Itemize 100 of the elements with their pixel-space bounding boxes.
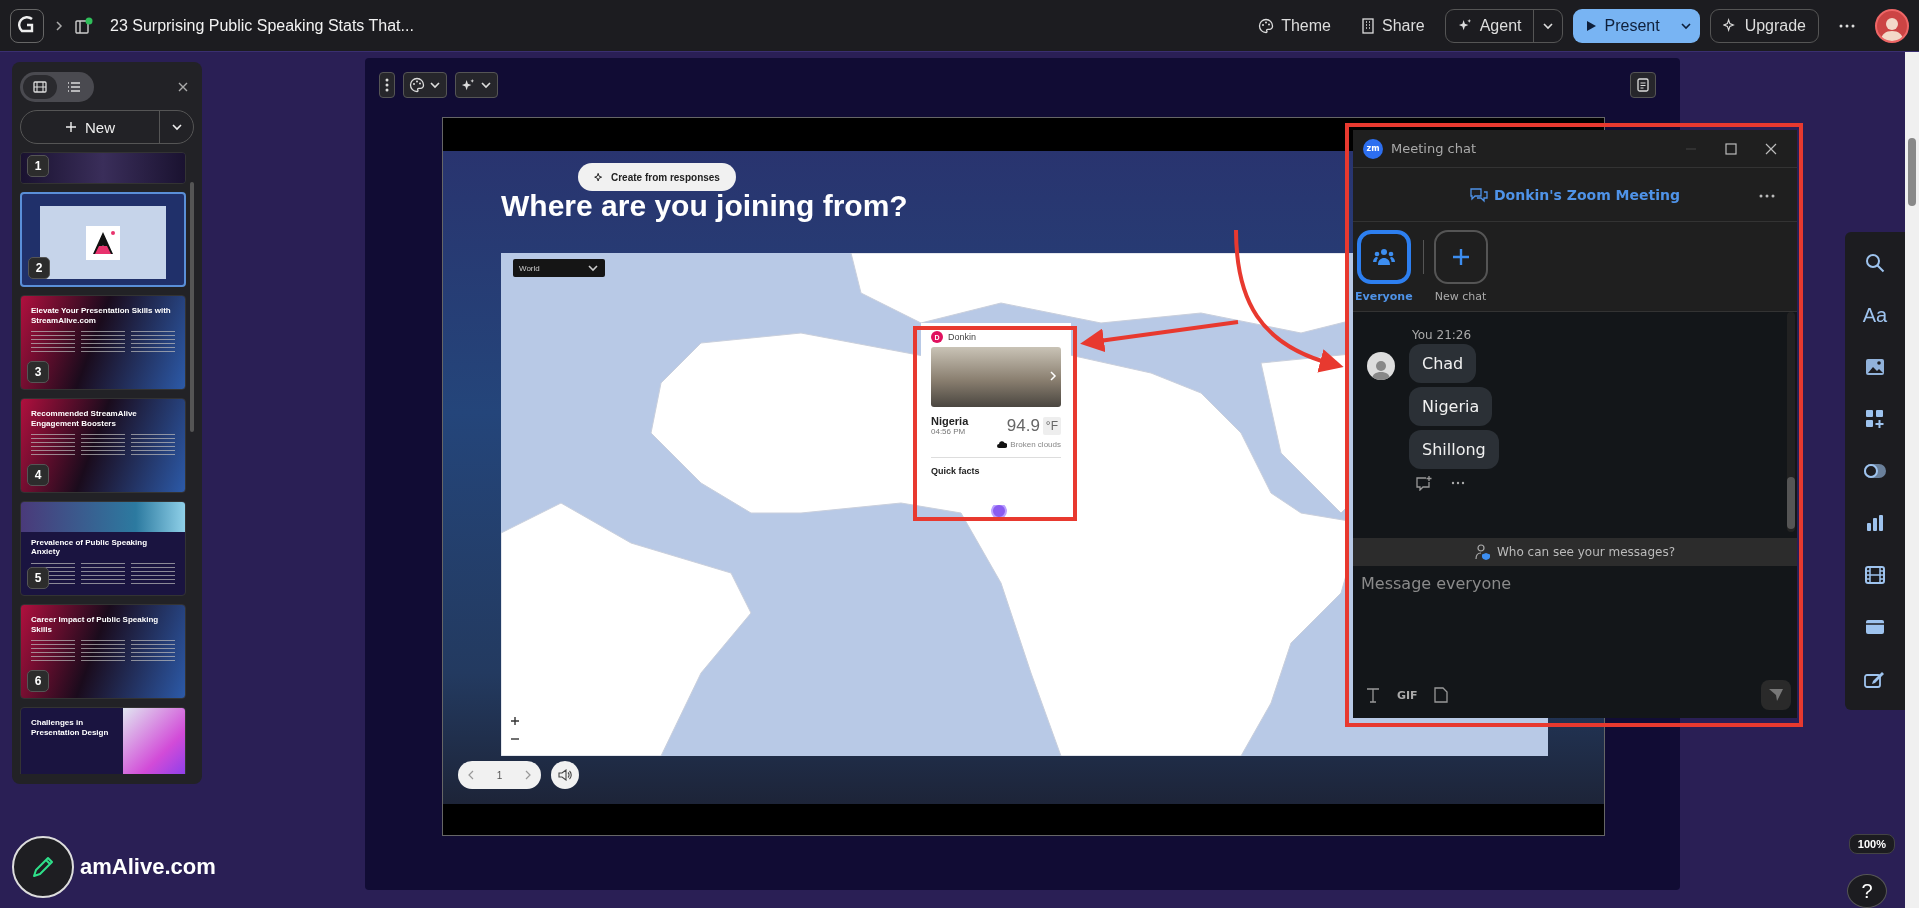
minus-icon	[511, 735, 519, 743]
slide-title: Recommended StreamAlive Engagement Boosters	[31, 409, 138, 429]
kebab-icon	[385, 78, 389, 92]
brand-text: amAlive.com	[80, 854, 216, 880]
chat-bubbles-icon	[1470, 186, 1488, 203]
chevron-right-icon[interactable]	[1049, 371, 1057, 381]
more-icon	[1839, 23, 1855, 28]
more-button[interactable]	[1451, 481, 1465, 485]
file-button[interactable]	[1433, 687, 1448, 703]
sound-button[interactable]	[551, 761, 579, 789]
list-icon	[67, 81, 81, 93]
caret-icon	[587, 262, 599, 274]
slide-title: Where are you joining from?	[501, 189, 908, 223]
people-icon	[1372, 248, 1395, 266]
building-icon	[1360, 17, 1375, 34]
image-icon	[1865, 358, 1885, 376]
comment-plus-icon	[1415, 475, 1433, 491]
speaker-icon	[558, 769, 572, 781]
theme-button[interactable]: Theme	[1248, 10, 1341, 41]
document-icon[interactable]	[74, 16, 94, 35]
slide-number: 3	[27, 361, 49, 383]
maximize-icon	[1725, 142, 1737, 155]
chevron-right-icon	[54, 19, 64, 32]
file-icon	[1433, 687, 1448, 703]
slide-number: 2	[28, 257, 50, 279]
pen-icon	[30, 854, 56, 880]
scrollbar-thumb[interactable]	[1908, 138, 1916, 206]
quick-facts-heading: Quick facts	[931, 457, 1061, 476]
options-button[interactable]	[379, 72, 395, 98]
upgrade-button[interactable]: Upgrade	[1710, 9, 1818, 42]
slide-number: 1	[27, 155, 49, 177]
more-icon	[1451, 481, 1465, 485]
slide-thumbnail[interactable]: 1	[20, 152, 186, 184]
slide-thumbnail[interactable]: Recommended StreamAlive Engagement Boosters 4	[20, 398, 186, 493]
share-button[interactable]: Share	[1350, 10, 1435, 41]
send-button[interactable]	[1761, 680, 1791, 710]
slide-number: 6	[27, 670, 49, 692]
text-style-button[interactable]: Aa	[1855, 296, 1895, 334]
play-icon	[1585, 19, 1598, 32]
slide-thumbnail[interactable]: Career Impact of Public Speaking Skills 6	[20, 604, 186, 699]
place-name: Nigeria	[931, 415, 969, 427]
app-logo[interactable]	[10, 8, 44, 43]
sparkle-icon	[461, 77, 476, 93]
help-button[interactable]: ?	[1847, 874, 1887, 908]
create-from-responses-button[interactable]: Create from responses	[578, 163, 736, 191]
toggle-icon	[1863, 463, 1887, 479]
window-title: Meeting chat	[1391, 141, 1476, 156]
page-number: 1	[496, 769, 503, 781]
chevron-left-icon	[468, 770, 475, 780]
photo-placeholder	[123, 708, 185, 774]
plus-icon	[65, 121, 77, 133]
temperature: 94.9	[1006, 415, 1040, 436]
gif-button[interactable]: GIF	[1397, 688, 1418, 702]
notes-icon	[1636, 78, 1650, 92]
notes-button[interactable]	[1630, 72, 1656, 98]
weather-description: Broken clouds	[1010, 440, 1061, 449]
grid-plus-icon	[1865, 409, 1885, 429]
filmstrip-icon	[33, 81, 47, 93]
bar-chart-icon	[1866, 514, 1884, 532]
slide-title: Challenges in Presentation Design	[31, 718, 110, 739]
chevron-right-icon	[524, 770, 531, 780]
logo-icon	[86, 225, 120, 260]
caret-icon	[429, 79, 441, 91]
slide-title: Prevalence of Public Speaking Anxiety	[31, 537, 149, 557]
local-time: 04:56 PM	[931, 427, 967, 436]
chat-message: Nigeria	[1409, 387, 1493, 426]
slide-thumbnail[interactable]: Prevalence of Public Speaking Anxiety 5	[20, 501, 186, 596]
zoom-level[interactable]: 100%	[1848, 834, 1895, 854]
slide-thumbnail[interactable]: Challenges in Presentation Design	[20, 707, 186, 774]
search-icon	[1865, 253, 1885, 273]
slide-thumbnail[interactable]: Elevate Your Presentation Skills with StreamAlive.com 3	[20, 295, 186, 390]
document-title: 23 Surprising Public Speaking Stats That...	[110, 16, 414, 35]
chat-message: Chad	[1409, 344, 1477, 383]
palette-icon	[409, 77, 425, 93]
theme-menu-button[interactable]	[403, 72, 447, 98]
grid-view-tab[interactable]	[23, 75, 57, 99]
caret-icon	[170, 121, 183, 133]
format-button[interactable]	[1365, 687, 1381, 703]
caret-icon	[480, 79, 492, 91]
edit-icon	[1864, 670, 1886, 688]
slide-title: Career Impact of Public Speaking Skills	[31, 615, 160, 635]
person-shield-icon	[1474, 544, 1491, 560]
slide-thumbnail[interactable]: 2	[20, 192, 186, 287]
sparkle-icon	[1457, 18, 1473, 33]
reply-button[interactable]	[1415, 475, 1433, 491]
film-icon	[1865, 566, 1885, 584]
region-dropdown[interactable]: World	[513, 259, 605, 277]
plus-icon	[511, 717, 519, 725]
palette-icon	[1258, 17, 1275, 34]
message-header: You 21:26	[1412, 328, 1473, 342]
ai-menu-button[interactable]	[455, 72, 498, 98]
user-avatar[interactable]	[1875, 8, 1909, 43]
plus-icon	[1451, 248, 1470, 266]
message-field[interactable]: Message everyone	[1359, 572, 1791, 680]
text-format-icon	[1365, 687, 1381, 703]
window-icon	[1865, 619, 1885, 635]
close-icon	[1765, 142, 1777, 155]
close-icon	[178, 82, 188, 92]
scrollbar-thumb[interactable]	[1787, 477, 1795, 529]
person-silhouette-icon	[1371, 358, 1391, 380]
